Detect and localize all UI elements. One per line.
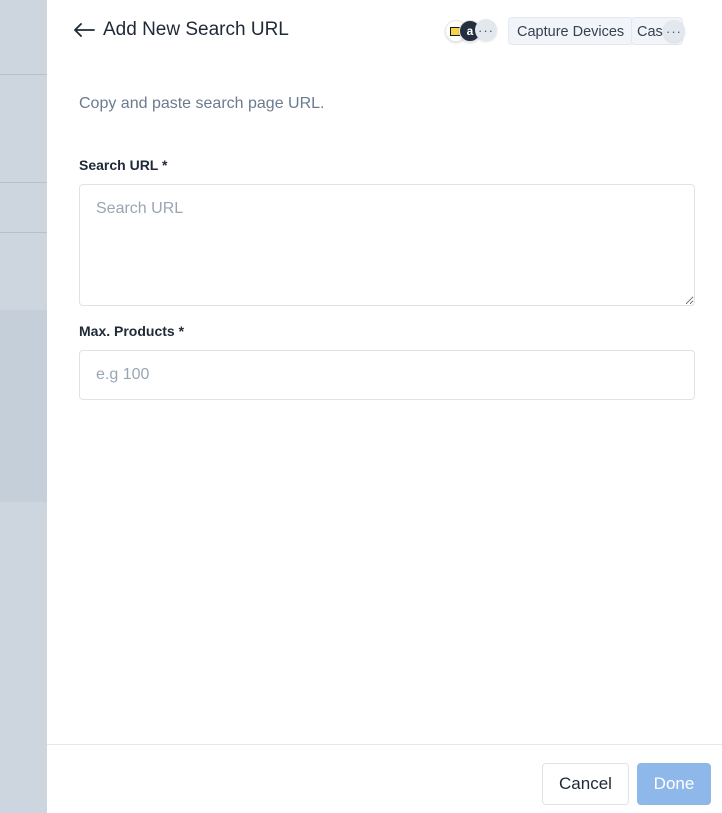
max-products-input[interactable] xyxy=(79,350,695,400)
backdrop-highlight-block xyxy=(0,310,47,502)
backdrop-divider xyxy=(0,74,47,75)
search-url-input[interactable] xyxy=(79,184,695,306)
store-icons: a ··· xyxy=(445,19,501,42)
add-search-url-drawer: Add New Search URL a ··· Capture Devices… xyxy=(47,0,722,813)
more-stores-icon[interactable]: ··· xyxy=(475,19,497,41)
page-backdrop[interactable] xyxy=(0,0,47,813)
drawer-title: Add New Search URL xyxy=(103,19,289,40)
category-chips: Capture Devices Case ··· xyxy=(508,17,688,45)
back-button[interactable] xyxy=(71,17,97,43)
arrow-left-icon xyxy=(74,23,95,37)
done-button[interactable]: Done xyxy=(637,763,711,805)
drawer-footer: Cancel Done xyxy=(47,744,722,813)
cancel-button[interactable]: Cancel xyxy=(542,763,629,805)
category-chip: Capture Devices xyxy=(508,17,633,45)
drawer-header: Add New Search URL a ··· Capture Devices… xyxy=(47,0,722,62)
search-url-label: Search URL * xyxy=(79,157,168,173)
form-description: Copy and paste search page URL. xyxy=(79,95,325,112)
max-products-label: Max. Products * xyxy=(79,323,185,339)
more-categories-icon[interactable]: ··· xyxy=(663,20,685,42)
backdrop-divider xyxy=(0,182,47,183)
backdrop-divider xyxy=(0,232,47,233)
